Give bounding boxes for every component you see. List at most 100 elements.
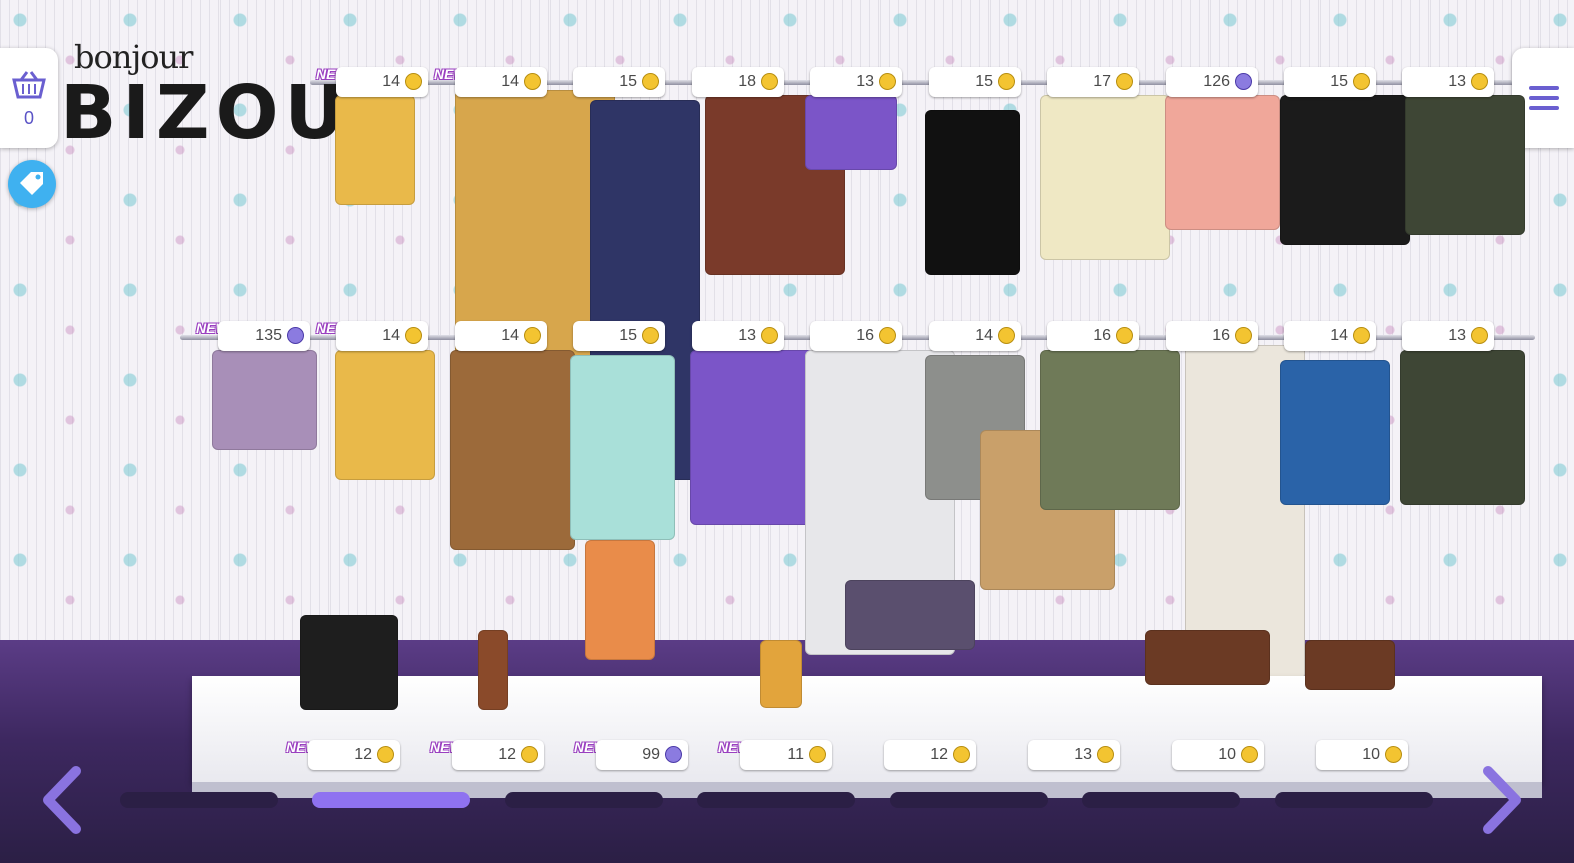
price-tag[interactable]: 12	[308, 740, 400, 770]
price-tag[interactable]: 16	[810, 321, 902, 351]
price-amount: 12	[354, 746, 372, 763]
coin-icon	[1385, 746, 1402, 763]
coin-icon	[524, 327, 541, 344]
price-tag[interactable]: 14	[455, 321, 547, 351]
page-indicator[interactable]	[1082, 792, 1240, 808]
hamburger-menu-icon	[1529, 86, 1559, 110]
coin-icon	[1097, 746, 1114, 763]
bonjour-bizou-logo: bonjour BIZOU	[40, 28, 345, 158]
price-tag[interactable]: 14	[336, 67, 428, 97]
price-tag[interactable]: 15	[1284, 67, 1376, 97]
price-tag[interactable]: 15	[573, 67, 665, 97]
price-amount: 18	[738, 73, 756, 90]
clothing-item-scarf[interactable]	[585, 540, 655, 660]
coin-icon	[1116, 327, 1133, 344]
clothing-item-leather-jacket[interactable]	[1280, 95, 1410, 245]
shelf-item-combat-boots[interactable]	[300, 615, 398, 710]
shelf-item-handbag[interactable]	[478, 630, 508, 710]
chevron-right-icon	[1483, 766, 1521, 834]
price-tag[interactable]: 16	[1047, 321, 1139, 351]
price-amount: 12	[930, 746, 948, 763]
coin-icon	[521, 746, 538, 763]
clothing-item-mint-dress[interactable]	[570, 355, 675, 540]
price-tag[interactable]: 17	[1047, 67, 1139, 97]
page-indicator[interactable]	[505, 792, 663, 808]
price-tag[interactable]: 14	[929, 321, 1021, 351]
price-amount: 13	[1448, 73, 1466, 90]
coin-icon	[998, 73, 1015, 90]
page-indicator[interactable]	[1275, 792, 1433, 808]
gem-icon	[665, 746, 682, 763]
price-amount: 16	[1093, 327, 1111, 344]
coin-icon	[642, 327, 659, 344]
shelf-item-ankle-boots[interactable]	[845, 580, 975, 650]
price-tag[interactable]: 13	[1402, 321, 1494, 351]
price-amount: 14	[382, 327, 400, 344]
shelf-item-sneakers-2[interactable]	[1305, 640, 1395, 690]
price-tag[interactable]: 10	[1316, 740, 1408, 770]
price-tag[interactable]: 13	[810, 67, 902, 97]
clothing-item-patchwork-jacket[interactable]	[1040, 350, 1180, 510]
clothing-item-yellow-top-2[interactable]	[335, 350, 435, 480]
page-indicator-active[interactable]	[312, 792, 470, 808]
prev-page-button[interactable]	[36, 760, 86, 840]
price-amount: 15	[1330, 73, 1348, 90]
price-amount: 17	[1093, 73, 1111, 90]
price-tag[interactable]: 18	[692, 67, 784, 97]
price-tag[interactable]: 13	[1028, 740, 1120, 770]
page-indicator[interactable]	[697, 792, 855, 808]
price-tag[interactable]: 12	[452, 740, 544, 770]
price-amount: 14	[501, 327, 519, 344]
clothing-item-floral-top[interactable]	[1405, 95, 1525, 235]
gem-icon	[1235, 73, 1252, 90]
clothing-item-floral-top-2[interactable]	[1400, 350, 1525, 505]
price-tag[interactable]: 126	[1166, 67, 1258, 97]
coin-icon	[761, 327, 778, 344]
price-amount: 15	[975, 73, 993, 90]
price-tag[interactable]: 14	[1284, 321, 1376, 351]
next-page-button[interactable]	[1478, 760, 1528, 840]
clothing-item-zigzag-top[interactable]	[212, 350, 317, 450]
coin-icon	[1353, 73, 1370, 90]
shelf-item-sneakers-1[interactable]	[1145, 630, 1270, 685]
clothing-item-purple-shorts[interactable]	[805, 95, 897, 170]
price-tag[interactable]: 99	[596, 740, 688, 770]
clothing-item-yellow-top[interactable]	[335, 95, 415, 205]
clothing-item-pink-top[interactable]	[1165, 95, 1280, 230]
price-tag[interactable]: 14	[455, 67, 547, 97]
cart-button[interactable]: 0	[0, 48, 58, 148]
coin-icon	[809, 746, 826, 763]
price-amount: 14	[501, 73, 519, 90]
price-amount: 10	[1362, 746, 1380, 763]
price-tag[interactable]: 15	[573, 321, 665, 351]
price-tag[interactable]: 13	[1402, 67, 1494, 97]
tag-filter-button[interactable]	[8, 160, 56, 208]
coin-icon	[761, 73, 778, 90]
clothing-item-blue-dress[interactable]	[1280, 360, 1390, 505]
price-tag[interactable]: 12	[884, 740, 976, 770]
coin-icon	[1235, 327, 1252, 344]
clothing-item-pleated-skirt[interactable]	[450, 350, 575, 550]
price-tag[interactable]: 16	[1166, 321, 1258, 351]
price-tag[interactable]: 14	[336, 321, 428, 351]
coin-icon	[1353, 327, 1370, 344]
coin-icon	[405, 327, 422, 344]
price-tag[interactable]: 135	[218, 321, 310, 351]
price-amount: 13	[738, 327, 756, 344]
page-indicator[interactable]	[890, 792, 1048, 808]
shelf-item-fringe-bag[interactable]	[760, 640, 802, 708]
price-tag[interactable]: 13	[692, 321, 784, 351]
price-amount: 11	[787, 746, 804, 763]
coin-icon	[953, 746, 970, 763]
gem-icon	[287, 327, 304, 344]
price-amount: 15	[619, 73, 637, 90]
price-tag[interactable]: 10	[1172, 740, 1264, 770]
price-amount: 126	[1203, 73, 1230, 90]
clothing-item-black-dress[interactable]	[925, 110, 1020, 275]
cart-count: 0	[23, 108, 34, 128]
coin-icon	[998, 327, 1015, 344]
page-indicator[interactable]	[120, 792, 278, 808]
clothing-item-polka-jacket[interactable]	[1040, 95, 1170, 260]
price-tag[interactable]: 15	[929, 67, 1021, 97]
price-tag[interactable]: 11	[740, 740, 832, 770]
